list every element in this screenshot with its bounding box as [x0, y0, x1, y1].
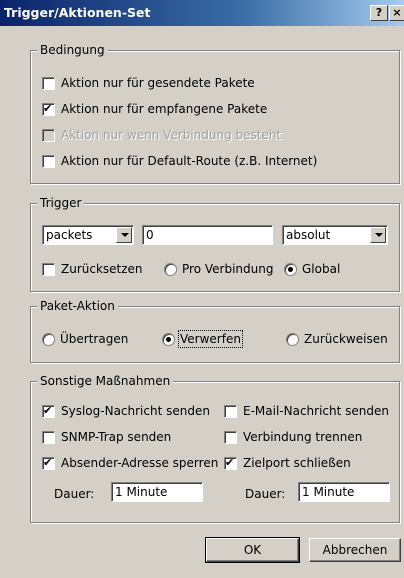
trigger-reset-checkbox[interactable]	[42, 263, 55, 276]
trigger-reset-option[interactable]: Zurücksetzen	[42, 261, 143, 277]
trigger-global-radio[interactable]	[284, 263, 297, 276]
condition-connection-label: Aktion nur wenn Verbindung besteht	[61, 128, 282, 142]
trigger-type-value: packets	[46, 228, 93, 242]
close-port-option[interactable]: Zielport schließen	[224, 455, 351, 471]
condition-default-route-label: Aktion nur für Default-Route (z.B. Inter…	[61, 154, 318, 168]
snmp-label: SNMP-Trap senden	[61, 430, 172, 444]
help-button[interactable]: ?	[370, 5, 388, 21]
paket-aktion-legend: Paket-Aktion	[37, 299, 118, 313]
action-transmit-radio[interactable]	[42, 333, 55, 346]
condition-connection-exists: Aktion nur wenn Verbindung besteht	[42, 127, 281, 143]
block-sender-option[interactable]: Absender-Adresse sperren	[42, 455, 218, 471]
trigger-reset-label: Zurücksetzen	[61, 262, 143, 276]
action-transmit-option[interactable]: Übertragen	[42, 331, 128, 347]
trigger-mode-select[interactable]: absolut	[282, 225, 388, 245]
email-option[interactable]: E-Mail-Nachricht senden	[224, 403, 389, 419]
syslog-option[interactable]: Syslog-Nachricht senden	[42, 403, 210, 419]
close-port-checkbox[interactable]	[224, 455, 237, 471]
duration-right-input[interactable]: 1 Minute	[298, 482, 390, 502]
snmp-checkbox[interactable]	[42, 431, 55, 444]
condition-default-route-checkbox[interactable]	[42, 155, 55, 168]
window-title: Trigger/Aktionen-Set	[4, 5, 151, 20]
action-reject-radio[interactable]	[286, 333, 299, 346]
close-port-label: Zielport schließen	[243, 456, 351, 470]
condition-connection-checkbox	[42, 129, 55, 142]
condition-sent-label: Aktion nur für gesendete Pakete	[61, 76, 255, 90]
block-sender-label: Absender-Adresse sperren	[61, 456, 219, 470]
trigger-legend: Trigger	[37, 196, 85, 210]
block-sender-checkbox[interactable]	[42, 455, 55, 471]
trigger-type-select[interactable]: packets	[42, 225, 134, 245]
syslog-label: Syslog-Nachricht senden	[61, 404, 210, 418]
duration-left-value: 1 Minute	[115, 485, 168, 499]
trigger-group: Trigger packets 0 absolut Zurücksetzen P…	[30, 196, 400, 292]
action-drop-option[interactable]: Verwerfen	[162, 330, 243, 348]
duration-left-label: Dauer:	[54, 487, 95, 501]
title-bar[interactable]: Trigger/Aktionen-Set ? ×	[0, 0, 404, 26]
trigger-mode-value: absolut	[286, 228, 331, 242]
close-button[interactable]: ×	[389, 5, 404, 21]
cancel-button[interactable]: Abbrechen	[309, 538, 401, 562]
dialog-window: Trigger/Aktionen-Set ? × Bedingung Aktio…	[0, 0, 404, 578]
disconnect-label: Verbindung trennen	[243, 430, 363, 444]
condition-received-checkbox[interactable]	[42, 101, 55, 117]
trigger-type-chevron-down-icon[interactable]	[116, 227, 132, 243]
trigger-count-value: 0	[146, 228, 154, 242]
paket-aktion-group: Paket-Aktion Übertragen Verwerfen Zurück…	[30, 299, 400, 363]
sonstige-group: Sonstige Maßnahmen Syslog-Nachricht send…	[30, 374, 400, 523]
condition-received-packets[interactable]: Aktion nur für empfangene Pakete	[42, 101, 267, 117]
snmp-option[interactable]: SNMP-Trap senden	[42, 429, 171, 445]
trigger-per-connection-option[interactable]: Pro Verbindung	[164, 261, 273, 277]
syslog-checkbox[interactable]	[42, 403, 55, 419]
trigger-per-connection-label: Pro Verbindung	[182, 262, 274, 276]
bedingung-legend: Bedingung	[37, 43, 108, 57]
email-label: E-Mail-Nachricht senden	[243, 404, 389, 418]
trigger-count-input[interactable]: 0	[142, 225, 273, 245]
duration-right-value: 1 Minute	[302, 485, 355, 499]
trigger-global-label: Global	[302, 262, 341, 276]
duration-left-input[interactable]: 1 Minute	[111, 482, 203, 502]
bedingung-group: Bedingung Aktion nur für gesendete Paket…	[30, 43, 400, 184]
action-drop-label: Verwerfen	[178, 330, 243, 348]
disconnect-checkbox[interactable]	[224, 431, 237, 444]
sonstige-legend: Sonstige Maßnahmen	[37, 374, 174, 388]
trigger-global-option[interactable]: Global	[284, 261, 340, 277]
action-transmit-label: Übertragen	[60, 332, 129, 346]
action-reject-label: Zurückweisen	[304, 332, 388, 346]
condition-sent-checkbox[interactable]	[42, 77, 55, 90]
condition-received-label: Aktion nur für empfangene Pakete	[61, 102, 268, 116]
ok-button[interactable]: OK	[205, 537, 300, 563]
trigger-per-connection-radio[interactable]	[164, 263, 177, 276]
disconnect-option[interactable]: Verbindung trennen	[224, 429, 362, 445]
email-checkbox[interactable]	[224, 405, 237, 418]
action-reject-option[interactable]: Zurückweisen	[286, 331, 388, 347]
condition-sent-packets[interactable]: Aktion nur für gesendete Pakete	[42, 75, 255, 91]
action-drop-radio[interactable]	[162, 333, 175, 346]
duration-right-label: Dauer:	[245, 487, 286, 501]
trigger-mode-chevron-down-icon[interactable]	[370, 227, 386, 243]
condition-default-route[interactable]: Aktion nur für Default-Route (z.B. Inter…	[42, 153, 317, 169]
